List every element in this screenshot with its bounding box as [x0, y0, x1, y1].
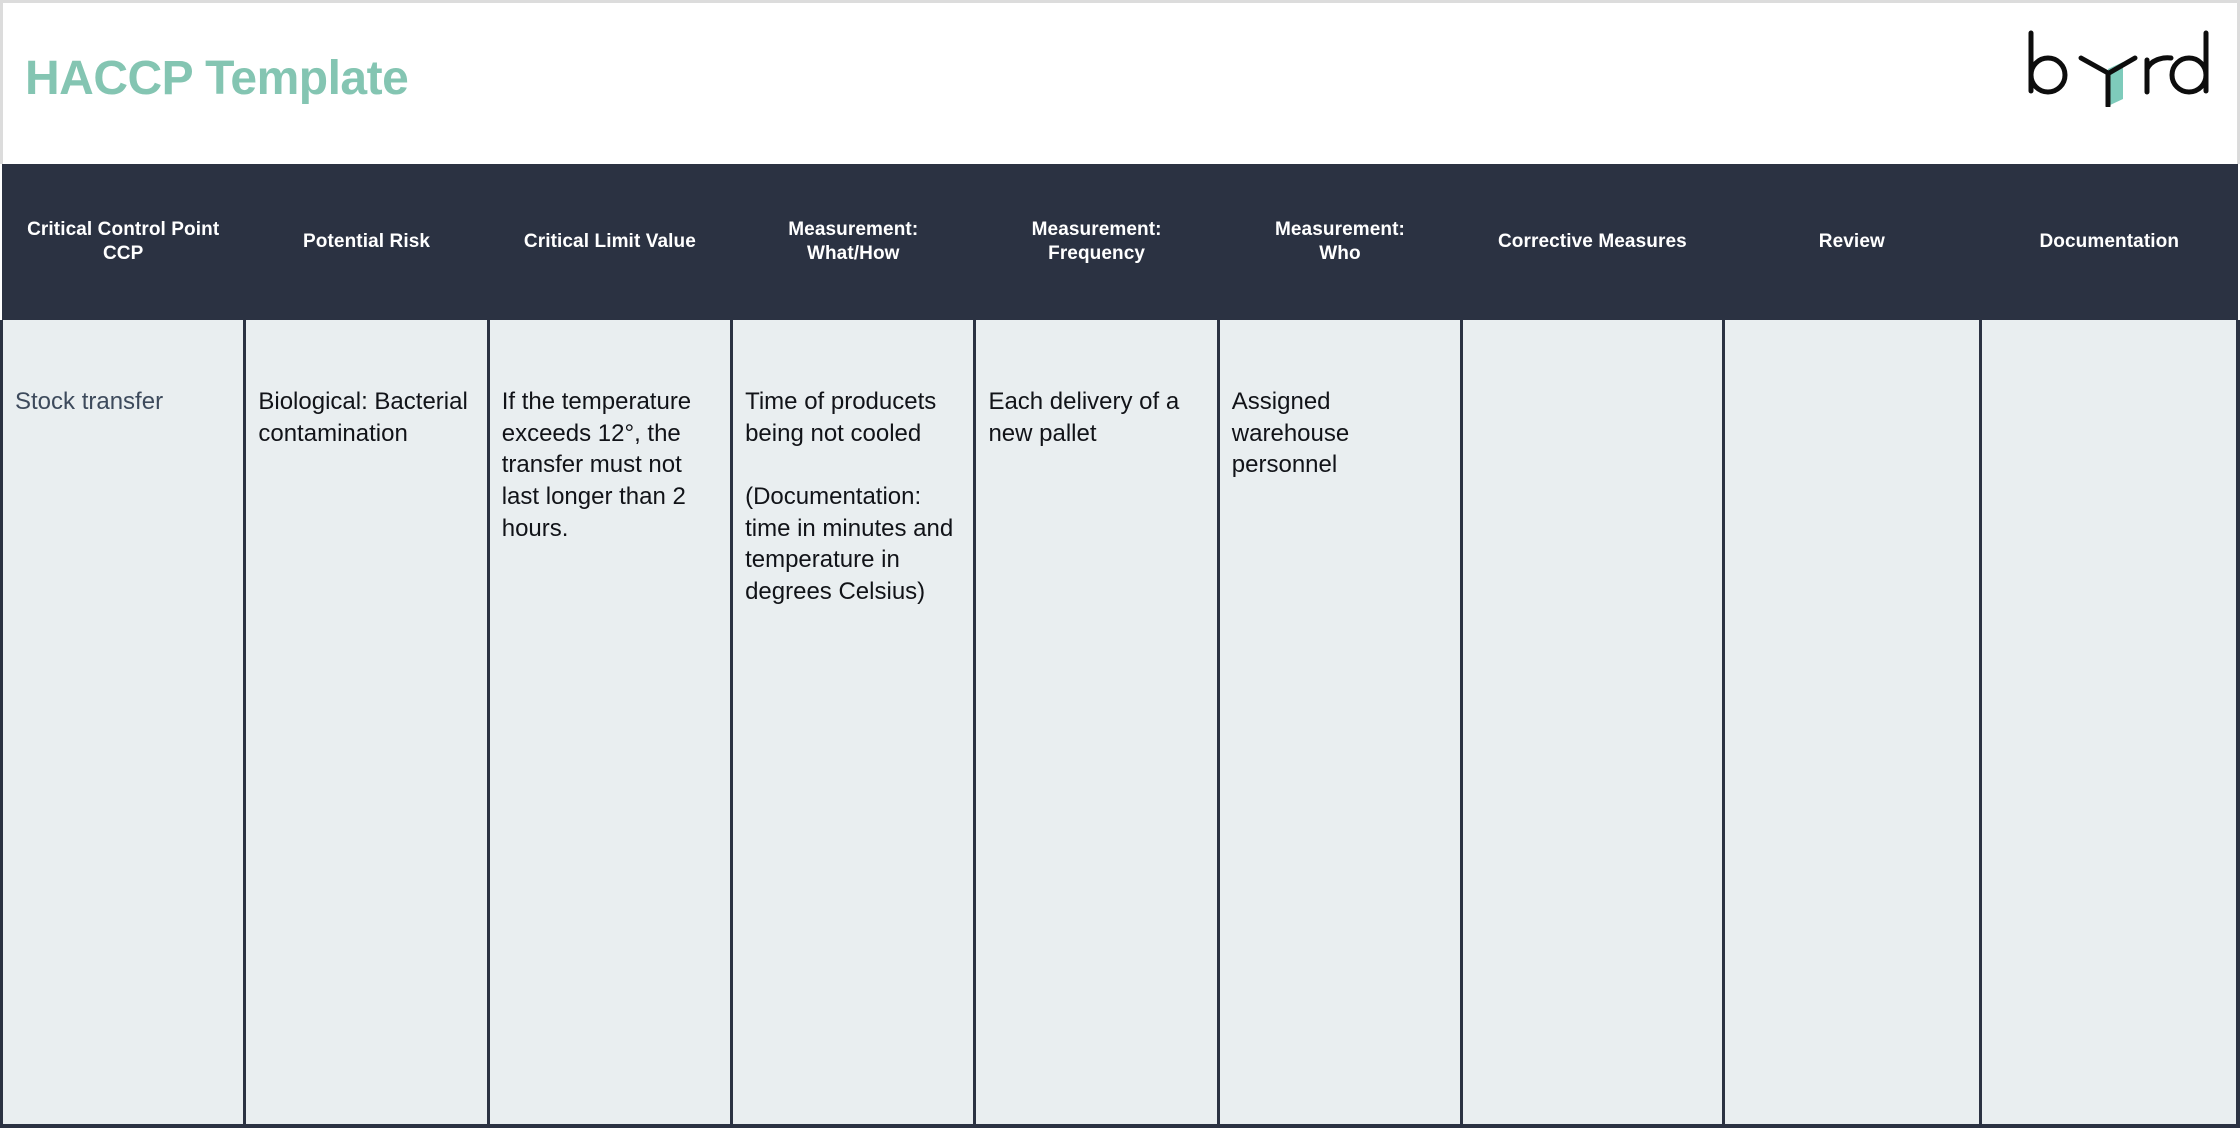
cell-text: If the temperature exceeds 12°, the tran…	[501, 388, 692, 542]
cell-measurement-what-how[interactable]: Time of producets being not cooled (Docu…	[730, 320, 975, 1128]
cell-measurement-who[interactable]: Assigned warehouse personnel	[1216, 320, 1462, 1128]
cell-corrective-measures[interactable]	[1460, 320, 1724, 1128]
column-header-corrective-measures: Corrective Measures	[1461, 164, 1724, 320]
byrd-logo-icon	[2028, 30, 2209, 107]
column-header-line2: What/How	[806, 243, 900, 264]
cell-ccp[interactable]: Stock transfer	[0, 320, 245, 1128]
cell-review[interactable]	[1721, 320, 1981, 1128]
byrd-logo	[2023, 29, 2213, 107]
haccp-table: Critical Control Point CCP Potential Ris…	[0, 164, 2240, 1128]
column-header-measurement-frequency: Measurement: Frequency	[974, 164, 1219, 320]
column-header-measurement-who: Measurement: Who	[1218, 164, 1462, 320]
column-header-line1: Review	[1818, 231, 1885, 253]
document-header: HACCP Template	[0, 0, 2240, 164]
table-row: Stock transfer Biological: Bacterial con…	[0, 320, 2240, 1128]
column-header-line1: Measurement:	[788, 219, 919, 241]
cell-text: Time of producets being not cooled	[745, 388, 937, 447]
column-header-review: Review	[1723, 164, 1981, 320]
column-header-measurement-what-how: Measurement: What/How	[731, 164, 975, 320]
cell-text: Stock transfer	[15, 388, 164, 415]
column-header-critical-limit-value: Critical Limit Value	[488, 164, 732, 320]
column-header-documentation: Documentation	[1980, 164, 2238, 320]
cell-documentation[interactable]	[1979, 320, 2240, 1128]
page-title: HACCP Template	[25, 52, 409, 105]
column-header-line1: Corrective Measures	[1497, 231, 1687, 253]
haccp-template-page: HACCP Template Critical Control Point CC…	[0, 0, 2240, 1128]
column-header-line1: Documentation	[2039, 231, 2180, 253]
column-header-line1: Measurement:	[1031, 219, 1162, 241]
column-header-line1: Critical Control Point	[27, 219, 220, 241]
column-header-line1: Critical Limit Value	[523, 231, 696, 253]
cell-potential-risk[interactable]: Biological: Bacterial contamination	[243, 320, 489, 1128]
column-header-potential-risk: Potential Risk	[244, 164, 489, 320]
column-header-line1: Measurement:	[1274, 219, 1405, 241]
column-header-line1: Potential Risk	[303, 231, 431, 253]
table-body: Stock transfer Biological: Bacterial con…	[0, 320, 2240, 1128]
column-header-ccp: Critical Control Point CCP	[1, 164, 245, 320]
cell-text-secondary: (Documentation: time in minutes and temp…	[745, 483, 954, 606]
column-header-line2: CCP	[102, 243, 144, 264]
header-row: Critical Control Point CCP Potential Ris…	[1, 164, 2238, 320]
table-header: Critical Control Point CCP Potential Ris…	[1, 164, 2238, 320]
cell-measurement-frequency[interactable]: Each delivery of a new pallet	[973, 320, 1219, 1128]
cell-text: Assigned warehouse personnel	[1231, 388, 1350, 479]
cell-text: Each delivery of a new pallet	[988, 388, 1180, 447]
cell-critical-limit-value[interactable]: If the temperature exceeds 12°, the tran…	[486, 320, 732, 1128]
column-header-line2: Who	[1319, 243, 1361, 264]
cell-text: Biological: Bacterial contamination	[258, 388, 468, 447]
column-header-line2: Frequency	[1048, 243, 1146, 264]
